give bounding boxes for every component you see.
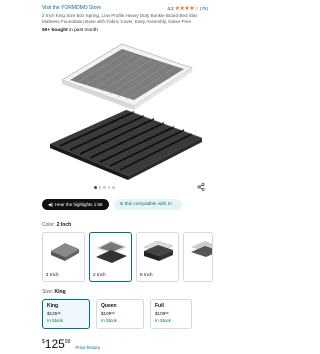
price-fraction: 99 [64, 339, 71, 345]
size-price-cents: 99 [57, 311, 61, 315]
color-swatch-4-inch[interactable]: 4 Inch [42, 232, 85, 282]
size-price: $12599 [47, 311, 85, 316]
color-swatch-2-inch[interactable]: 2 Inch [89, 232, 132, 282]
size-label-text: Size: [42, 289, 54, 295]
price: $ 125 99 Price history [42, 338, 100, 350]
bought-suffix: in past month [67, 28, 98, 33]
size-stock: In Stock [155, 318, 171, 323]
size-name: Queen [101, 303, 117, 309]
rating-count[interactable]: (76) [200, 6, 208, 11]
price-whole: 125 [44, 337, 65, 351]
rating[interactable]: 4.2 ★★★★☆ (76) [167, 5, 252, 12]
carousel-dot[interactable] [107, 186, 110, 189]
carousel-dot[interactable] [112, 186, 115, 189]
speaker-icon: ◀) [48, 201, 53, 207]
bought-count: 50+ bought [42, 28, 68, 33]
size-name: King [47, 303, 59, 309]
rating-value: 4.2 [167, 5, 174, 11]
size-price-dollars: $109 [101, 311, 112, 316]
swatch-label: 4 Inch [46, 272, 59, 277]
carousel-dot[interactable] [98, 186, 101, 189]
share-icon[interactable] [197, 183, 205, 191]
size-price-dollars: $109 [155, 311, 166, 316]
size-price-dollars: $125 [47, 311, 58, 316]
swatch-label: 2 Inch [93, 272, 106, 277]
product-header: Visit the YORMDMO Store 4.2 ★★★★☆ (76) 2… [42, 4, 252, 33]
swatch-thumbnail [51, 243, 79, 261]
color-label-text: Color: [42, 222, 56, 228]
swatch-label: 8 Inch [140, 272, 153, 277]
size-price: $10999 [101, 311, 139, 316]
swatch-thumbnail [143, 240, 174, 261]
size-options: King $12599 In Stock Queen $10999 In Sto… [42, 299, 250, 329]
color-swatch-partial[interactable] [183, 232, 213, 282]
size-label: Size: King [42, 289, 66, 295]
compatibility-label: Is this compatible with m [119, 202, 172, 207]
color-swatches: 4 Inch 2 Inch 8 Inch [42, 232, 250, 282]
color-swatch-8-inch[interactable]: 8 Inch [136, 232, 179, 282]
size-price-cents: 99 [165, 311, 169, 315]
hear-highlights-button[interactable]: ◀) Hear the highlights 1:58 [42, 199, 109, 210]
carousel-dot[interactable] [94, 186, 97, 189]
color-selected: 2 Inch [56, 222, 72, 228]
size-price: $10999 [155, 311, 187, 316]
product-title: 2 Inch King Size Box Spring, Low Profile… [42, 13, 197, 24]
swatch-thumbnail [96, 240, 127, 263]
color-label: Color: 2 Inch [42, 222, 71, 228]
product-image[interactable] [42, 42, 208, 182]
size-option-full[interactable]: Full $10999 In Stock [150, 299, 192, 329]
compatibility-button[interactable]: Is this compatible with m [113, 199, 182, 210]
size-stock: In Stock [101, 318, 117, 323]
size-name: Full [155, 303, 164, 309]
hear-highlights-label: Hear the highlights 1:58 [54, 202, 103, 207]
size-stock: In Stock [47, 318, 63, 323]
size-price-cents: 99 [111, 311, 115, 315]
action-pills: ◀) Hear the highlights 1:58 Is this comp… [42, 199, 182, 210]
size-option-king[interactable]: King $12599 In Stock [42, 299, 90, 329]
store-rating-row: Visit the YORMDMO Store 4.2 ★★★★☆ (76) [42, 4, 252, 12]
bought-badge: 50+ bought in past month [42, 28, 252, 33]
carousel-dots[interactable] [94, 186, 115, 189]
price-history-link[interactable]: Price history [75, 345, 100, 350]
store-link[interactable]: Visit the YORMDMO Store [42, 4, 101, 12]
carousel-dot[interactable] [103, 186, 106, 189]
swatch-thumbnail [191, 241, 212, 257]
size-selected: King [54, 289, 66, 295]
star-rating-icon: ★★★★☆ [174, 5, 200, 12]
size-option-queen[interactable]: Queen $10999 In Stock [96, 299, 144, 329]
